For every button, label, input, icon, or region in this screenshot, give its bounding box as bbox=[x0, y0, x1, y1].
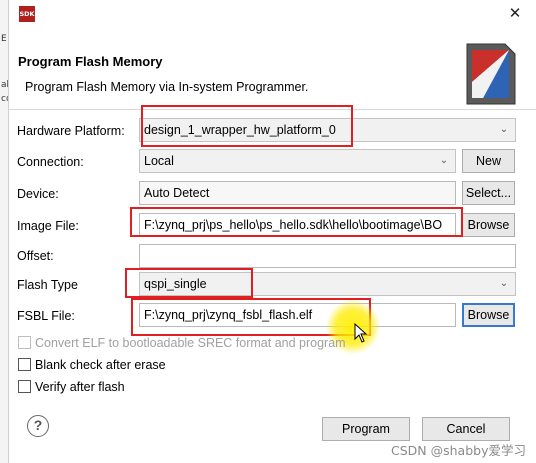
chevron-down-icon: ⌄ bbox=[439, 155, 449, 166]
watermark-text: CSDN @shabby爱学习 bbox=[391, 443, 526, 458]
dialog-title: Program Flash Memory bbox=[18, 54, 163, 69]
connection-select[interactable]: Local ⌄ bbox=[139, 149, 456, 173]
verify-checkbox[interactable]: Verify after flash bbox=[18, 379, 125, 395]
image-file-label: Image File: bbox=[17, 219, 79, 233]
offset-input[interactable] bbox=[139, 244, 516, 268]
sdk-app-icon: SDK bbox=[19, 6, 35, 22]
title-bar: SDK ✕ bbox=[9, 0, 536, 32]
image-file-browse-button[interactable]: Browse bbox=[462, 213, 515, 237]
flash-memory-icon bbox=[466, 43, 516, 105]
new-connection-button[interactable]: New bbox=[462, 149, 515, 173]
chevron-down-icon: ⌄ bbox=[499, 124, 509, 135]
edge-text: E bbox=[1, 34, 7, 44]
select-device-button[interactable]: Select... bbox=[462, 181, 515, 205]
checkbox-box bbox=[18, 380, 31, 393]
convert-elf-checkbox[interactable]: Convert ELF to bootloadable SREC format … bbox=[18, 335, 346, 351]
dialog-header: Program Flash Memory Program Flash Memor… bbox=[9, 32, 536, 110]
flash-type-label: Flash Type bbox=[17, 278, 78, 292]
checkbox-box bbox=[18, 336, 31, 349]
flash-type-select[interactable]: qspi_single ⌄ bbox=[139, 272, 516, 296]
fsbl-file-browse-button[interactable]: Browse bbox=[462, 303, 515, 327]
blank-check-checkbox[interactable]: Blank check after erase bbox=[18, 357, 166, 373]
fsbl-file-label: FSBL File: bbox=[17, 309, 75, 323]
program-flash-dialog: SDK ✕ Program Flash Memory Program Flash… bbox=[8, 0, 536, 463]
chevron-down-icon: ⌄ bbox=[499, 278, 509, 289]
fsbl-file-input[interactable]: F:\zynq_prj\zynq_fsbl_flash.elf bbox=[139, 303, 456, 327]
checkbox-box bbox=[18, 358, 31, 371]
connection-label: Connection: bbox=[17, 155, 84, 169]
cancel-button[interactable]: Cancel bbox=[422, 417, 510, 441]
mouse-pointer-icon bbox=[354, 323, 368, 343]
dialog-description: Program Flash Memory via In-system Progr… bbox=[25, 80, 309, 94]
hardware-platform-select[interactable]: design_1_wrapper_hw_platform_0 ⌄ bbox=[139, 118, 516, 142]
verify-label: Verify after flash bbox=[35, 380, 125, 394]
device-label: Device: bbox=[17, 187, 59, 201]
program-button[interactable]: Program bbox=[322, 417, 410, 441]
blank-check-label: Blank check after erase bbox=[35, 358, 166, 372]
flash-type-value: qspi_single bbox=[144, 277, 207, 291]
offset-label: Offset: bbox=[17, 249, 54, 263]
help-icon[interactable]: ? bbox=[27, 415, 49, 437]
hardware-platform-value: design_1_wrapper_hw_platform_0 bbox=[144, 123, 336, 137]
hardware-platform-label: Hardware Platform: bbox=[17, 124, 125, 138]
device-field[interactable]: Auto Detect bbox=[139, 181, 456, 205]
image-file-input[interactable]: F:\zynq_prj\ps_hello\ps_hello.sdk\hello\… bbox=[139, 213, 456, 237]
convert-elf-label: Convert ELF to bootloadable SREC format … bbox=[35, 336, 346, 350]
connection-value: Local bbox=[144, 154, 174, 168]
close-button[interactable]: ✕ bbox=[507, 6, 523, 22]
